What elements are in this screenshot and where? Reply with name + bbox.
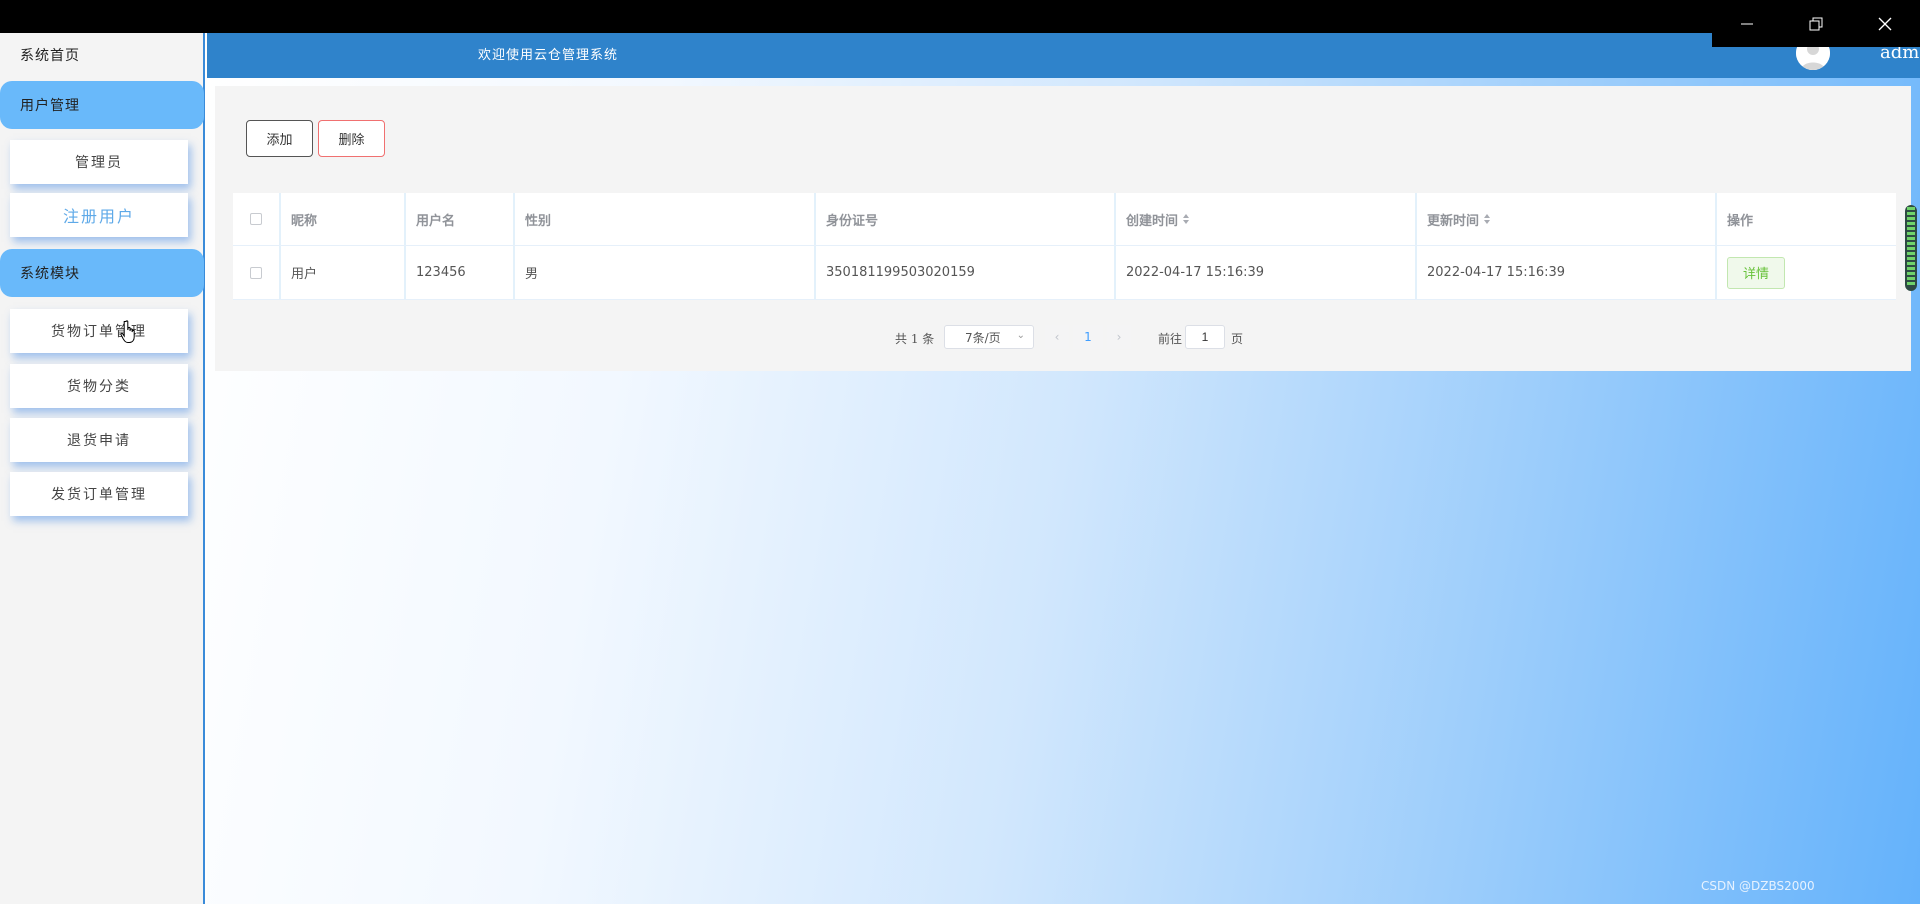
column-header-actions: 操作 [1717, 193, 1896, 245]
scrollbar[interactable] [1905, 205, 1917, 291]
sidebar-item-goods-category[interactable]: 货物分类 [10, 364, 188, 408]
table-header-row: 昵称 用户名 性别 身份证号 创建时间 更新时间 操作 [233, 193, 1896, 246]
column-header-created-time[interactable]: 创建时间 [1116, 193, 1417, 245]
detail-button[interactable]: 详情 [1727, 256, 1785, 289]
top-header: 欢迎使用云仓管理系统 admin [207, 33, 1920, 78]
sidebar: 系统首页 用户管理 管理员 注册用户 系统模块 货物订单管理 货物分类 退货申请… [0, 33, 205, 904]
users-table: 昵称 用户名 性别 身份证号 创建时间 更新时间 操作 用户 123456 男 … [233, 193, 1896, 300]
pagination: 共 1 条 7条/页 ⌄ ‹ 1 › 前往 页 [215, 322, 1911, 352]
chevron-down-icon: ⌄ [1016, 330, 1025, 341]
close-icon[interactable] [1850, 0, 1919, 47]
column-header-label: 创建时间 [1126, 213, 1179, 229]
column-header-label: 用户名 [416, 213, 456, 229]
column-header-label: 性别 [525, 213, 552, 229]
select-all-cell [233, 193, 281, 245]
window-titlebar [0, 0, 1920, 33]
page-size-value: 7条/页 [965, 330, 1001, 345]
cell-username: 123456 [406, 246, 515, 299]
column-header-label: 昵称 [291, 213, 318, 229]
column-header-gender: 性别 [515, 193, 816, 245]
sidebar-item-goods-orders[interactable]: 货物订单管理 [10, 309, 188, 353]
prev-page-icon[interactable]: ‹ [1045, 325, 1069, 349]
sidebar-item-registered-users[interactable]: 注册用户 [10, 193, 188, 237]
column-header-id-number: 身份证号 [816, 193, 1116, 245]
sort-icon[interactable] [1183, 214, 1190, 224]
cell-created-time: 2022-04-17 15:16:39 [1116, 246, 1417, 299]
row-checkbox[interactable] [250, 266, 262, 279]
sidebar-item-shipping-orders[interactable]: 发货订单管理 [10, 472, 188, 516]
delete-button[interactable]: 删除 [318, 120, 385, 157]
row-select-cell [233, 246, 281, 299]
page-number-current[interactable]: 1 [1073, 325, 1103, 349]
table-row: 用户 123456 男 350181199503020159 2022-04-1… [233, 246, 1896, 300]
goto-label: 前往 [1158, 332, 1183, 346]
pagination-total: 共 1 条 [895, 332, 935, 346]
goto-page-input[interactable] [1185, 325, 1225, 349]
cell-id-number: 350181199503020159 [816, 246, 1116, 299]
sidebar-group-user-management[interactable]: 用户管理 [0, 81, 204, 129]
add-button[interactable]: 添加 [246, 120, 313, 157]
minimize-icon[interactable] [1712, 0, 1781, 47]
page-size-select[interactable]: 7条/页 ⌄ [944, 325, 1034, 349]
column-header-updated-time[interactable]: 更新时间 [1417, 193, 1717, 245]
column-header-label: 身份证号 [826, 213, 879, 229]
sidebar-item-admin[interactable]: 管理员 [10, 140, 188, 184]
sidebar-item-return-request[interactable]: 退货申请 [10, 418, 188, 462]
cell-updated-time: 2022-04-17 15:16:39 [1417, 246, 1717, 299]
sort-icon[interactable] [1484, 214, 1491, 224]
cell-nickname: 用户 [281, 246, 406, 299]
column-header-username: 用户名 [406, 193, 515, 245]
cell-actions: 详情 [1717, 246, 1896, 299]
sidebar-home-link[interactable]: 系统首页 [20, 45, 80, 65]
cell-gender: 男 [515, 246, 816, 299]
sidebar-group-system-modules[interactable]: 系统模块 [0, 249, 204, 297]
header-title: 欢迎使用云仓管理系统 [478, 48, 619, 63]
select-all-checkbox[interactable] [250, 213, 262, 225]
restore-icon[interactable] [1781, 0, 1850, 47]
watermark: CSDN @DZBS2000 [1701, 879, 1815, 893]
column-header-label: 操作 [1727, 213, 1754, 229]
next-page-icon[interactable]: › [1107, 325, 1131, 349]
column-header-label: 更新时间 [1427, 213, 1480, 229]
hand-cursor-icon [120, 320, 138, 344]
column-header-nickname: 昵称 [281, 193, 406, 245]
goto-unit-label: 页 [1231, 332, 1244, 346]
window-controls [1712, 0, 1920, 47]
users-panel: 添加 删除 昵称 用户名 性别 身份证号 创建时间 更新时间 操作 用户 123… [215, 86, 1911, 371]
main-content: 欢迎使用云仓管理系统 admin 添加 删除 昵称 用户名 性别 身份证号 [207, 33, 1920, 904]
